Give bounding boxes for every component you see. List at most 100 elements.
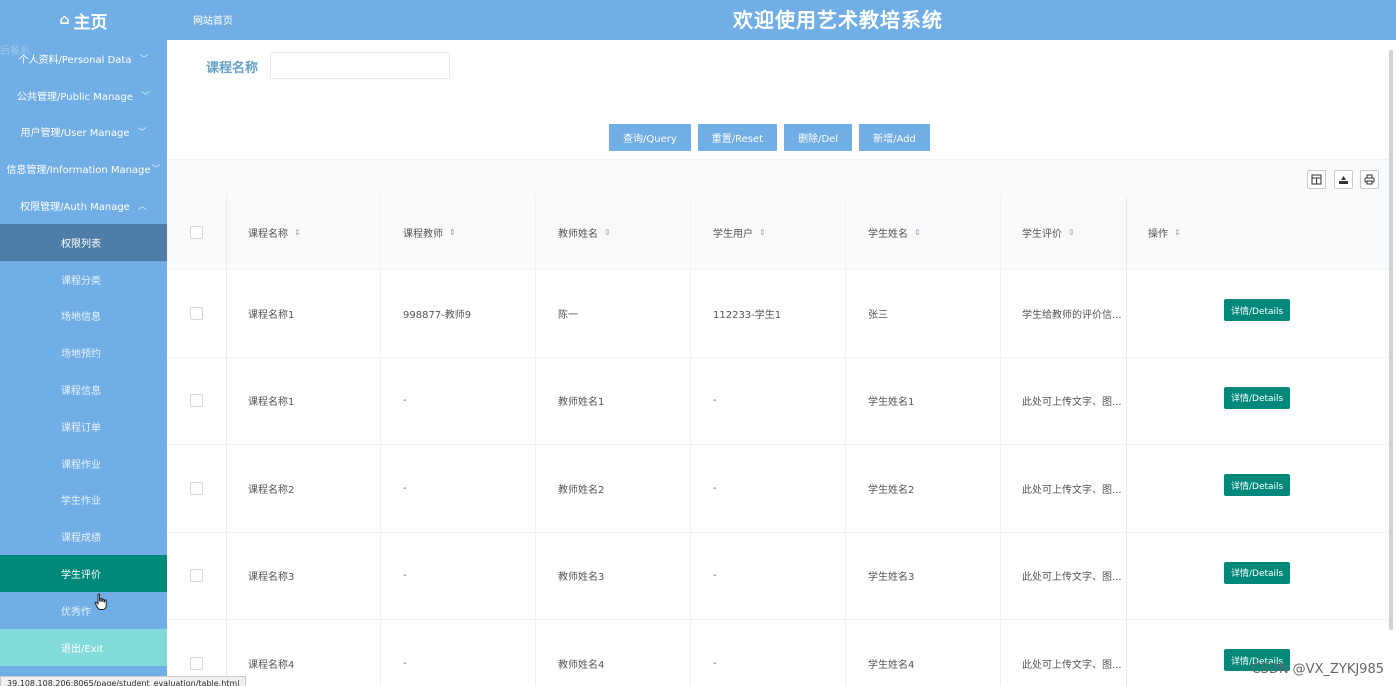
- cell-student-evaluation: 此处可上传文字、图...: [1001, 357, 1127, 444]
- header-course-teacher[interactable]: 课程教师 ⇕: [381, 195, 536, 269]
- cell-course-name: 课程名称3: [227, 532, 381, 619]
- sidebar-item-venue-info[interactable]: 场地信息: [0, 298, 167, 335]
- table-header-row: 课程名称 ⇕ 课程教师 ⇕ 教师姓名 ⇕ 学生用户 ⇕ 学生姓名 ⇕ 学生评价 ⇕ 操作 ⇕: [167, 195, 1389, 270]
- header-label: 学生姓名: [868, 228, 908, 240]
- cell-course-teacher: -: [381, 357, 536, 444]
- main-content: 课程名称 查询/Query 重置/Reset 删除/Del 新增/Add 课程名…: [167, 40, 1396, 686]
- cell-teacher-name: 陈一: [536, 270, 691, 357]
- sidebar-item-auth-list[interactable]: 权限列表: [0, 223, 167, 261]
- cell-student-evaluation: 学生给教师的评价信...: [1001, 270, 1127, 357]
- export-icon[interactable]: [1334, 170, 1353, 189]
- sidebar-item-exit[interactable]: 退出/Exit: [0, 628, 167, 666]
- sort-icon[interactable]: ⇕: [759, 228, 766, 237]
- top-header: ⌂ 主页 网站首页 欢迎使用艺术教培系统: [0, 0, 1396, 40]
- cell-student-evaluation: 此处可上传文字、图...: [1001, 620, 1127, 686]
- sidebar-group-personal[interactable]: 个人资料/Personal Data ﹀: [0, 40, 167, 77]
- cell-teacher-name: 教师姓名3: [536, 532, 691, 619]
- header-label: 教师姓名: [558, 228, 598, 240]
- sort-icon[interactable]: ⇕: [1068, 228, 1075, 237]
- cell-student-user: 112233-学生1: [691, 270, 846, 357]
- chevron-down-icon: ﹀: [137, 128, 147, 139]
- query-button[interactable]: 查询/Query: [609, 124, 691, 151]
- sidebar-group-label: 个人资料/Personal Data: [18, 54, 132, 66]
- sort-icon[interactable]: ⇕: [604, 228, 611, 237]
- browser-status-url: 39.108.108.206:8065/page/student_evaluat…: [0, 676, 247, 686]
- sidebar-item-course-homework[interactable]: 课程作业: [0, 445, 167, 482]
- course-name-input[interactable]: [270, 52, 450, 79]
- header-course-name[interactable]: 课程名称 ⇕: [227, 195, 381, 269]
- cell-course-teacher: 998877-教师9: [381, 270, 536, 357]
- row-checkbox[interactable]: [190, 481, 203, 495]
- sidebar-group-information[interactable]: 信息管理/Information Manage ﹀: [0, 150, 167, 187]
- cell-course-teacher: -: [381, 620, 536, 686]
- sidebar: 后餐系 个人资料/Personal Data ﹀ 公共管理/Public Man…: [0, 40, 167, 686]
- system-title: 欢迎使用艺术教培系统: [733, 8, 943, 32]
- sidebar-item-venue-booking[interactable]: 场地预约: [0, 334, 167, 371]
- chevron-down-icon: ﹀: [139, 54, 149, 65]
- sort-icon[interactable]: ⇕: [449, 228, 456, 237]
- columns-icon[interactable]: [1307, 170, 1326, 189]
- cell-course-teacher: -: [381, 445, 536, 532]
- table-row: 课程名称1 998877-教师9 陈一 112233-学生1 张三 学生给教师的…: [167, 270, 1389, 358]
- sort-icon[interactable]: ⇕: [914, 228, 921, 237]
- cell-student-name: 学生姓名1: [846, 357, 1001, 444]
- vertical-scrollbar[interactable]: [1389, 50, 1393, 630]
- sidebar-group-label: 用户管理/User Manage: [20, 128, 130, 140]
- cell-actions: 详情/Details: [1127, 270, 1389, 357]
- sort-icon[interactable]: ⇕: [1174, 228, 1181, 237]
- add-button[interactable]: 新增/Add: [859, 124, 930, 151]
- sort-icon[interactable]: ⇕: [294, 228, 301, 237]
- cell-student-evaluation: 此处可上传文字、图...: [1001, 445, 1127, 532]
- cell-student-name: 张三: [846, 270, 1001, 357]
- sidebar-item-excellent-work[interactable]: 优秀作: [0, 592, 167, 629]
- cell-student-user: -: [691, 357, 846, 444]
- sidebar-item-student-evaluation[interactable]: 学生评价: [0, 555, 167, 592]
- sidebar-group-public[interactable]: 公共管理/Public Manage ﹀: [0, 77, 167, 114]
- header-teacher-name[interactable]: 教师姓名 ⇕: [536, 195, 691, 269]
- row-select-cell: [167, 357, 227, 444]
- sidebar-group-label: 信息管理/Information Manage: [6, 165, 151, 177]
- sidebar-group-user[interactable]: 用户管理/User Manage ﹀: [0, 114, 167, 151]
- cell-teacher-name: 教师姓名4: [536, 620, 691, 686]
- sidebar-item-course-info[interactable]: 课程信息: [0, 371, 167, 408]
- cell-student-name: 学生姓名2: [846, 445, 1001, 532]
- header-actions[interactable]: 操作 ⇕: [1127, 195, 1389, 269]
- table-row: 课程名称3 - 教师姓名3 - 学生姓名3 此处可上传文字、图... 详情/De…: [167, 532, 1389, 620]
- row-select-cell: [167, 270, 227, 357]
- details-button[interactable]: 详情/Details: [1224, 299, 1291, 322]
- table-row: 课程名称1 - 教师姓名1 - 学生姓名1 此处可上传文字、图... 详情/De…: [167, 357, 1389, 445]
- chevron-up-icon: ︿: [137, 202, 147, 213]
- cell-teacher-name: 教师姓名2: [536, 445, 691, 532]
- details-button[interactable]: 详情/Details: [1224, 561, 1291, 584]
- sidebar-item-student-homework[interactable]: 学生作业: [0, 482, 167, 519]
- table-toolbar: [167, 159, 1389, 195]
- cell-student-evaluation: 此处可上传文字、图...: [1001, 532, 1127, 619]
- row-checkbox[interactable]: [190, 394, 203, 408]
- select-all-checkbox[interactable]: [190, 225, 203, 239]
- sidebar-item-course-category[interactable]: 课程分类: [0, 261, 167, 298]
- select-all-cell: [167, 195, 227, 269]
- header-student-name[interactable]: 学生姓名 ⇕: [846, 195, 1001, 269]
- reset-button[interactable]: 重置/Reset: [697, 124, 778, 151]
- sidebar-item-course-grades[interactable]: 课程成绩: [0, 518, 167, 555]
- cell-student-user: -: [691, 445, 846, 532]
- sidebar-group-auth[interactable]: 权限管理/Auth Manage ︿: [0, 187, 167, 224]
- header-student-user[interactable]: 学生用户 ⇕: [691, 195, 846, 269]
- row-checkbox[interactable]: [190, 656, 203, 670]
- delete-button[interactable]: 删除/Del: [784, 124, 853, 151]
- details-button[interactable]: 详情/Details: [1224, 386, 1291, 409]
- sidebar-item-course-order[interactable]: 课程订单: [0, 408, 167, 445]
- header-label: 学生用户: [713, 228, 753, 240]
- row-select-cell: [167, 445, 227, 532]
- print-icon[interactable]: [1360, 170, 1379, 189]
- table-row: 课程名称2 - 教师姓名2 - 学生姓名2 此处可上传文字、图... 详情/De…: [167, 445, 1389, 533]
- cell-actions: 详情/Details: [1127, 445, 1389, 532]
- row-checkbox[interactable]: [190, 306, 203, 320]
- details-button[interactable]: 详情/Details: [1224, 474, 1291, 497]
- header-label: 学生评价: [1022, 228, 1062, 240]
- chevron-down-icon: ﹀: [140, 91, 150, 102]
- header-student-evaluation[interactable]: 学生评价 ⇕: [1001, 195, 1127, 269]
- header-label: 操作: [1148, 228, 1168, 240]
- row-checkbox[interactable]: [190, 569, 203, 583]
- cell-course-teacher: -: [381, 532, 536, 619]
